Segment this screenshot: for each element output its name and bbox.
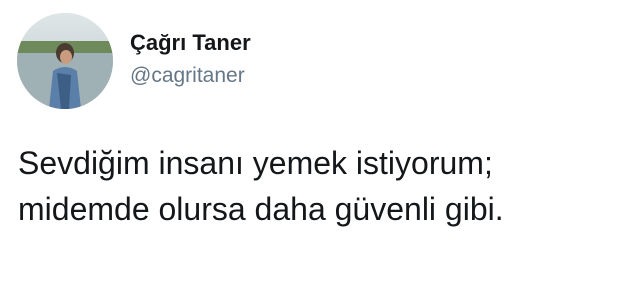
profile-photo-icon: [17, 13, 113, 109]
display-name[interactable]: Çağrı Taner: [130, 30, 251, 56]
tweet-text: Sevdiğim insanı yemek istiyorum; midemde…: [18, 140, 608, 232]
tweet-card: Çağrı Taner @cagritaner Sevdiğim insanı …: [0, 0, 621, 301]
tweet-text-line: Sevdiğim insanı yemek istiyorum;: [18, 145, 493, 181]
tweet-text-line: midemde olursa daha güvenli gibi.: [18, 191, 504, 227]
user-handle[interactable]: @cagritaner: [130, 64, 245, 88]
avatar[interactable]: [17, 13, 113, 109]
